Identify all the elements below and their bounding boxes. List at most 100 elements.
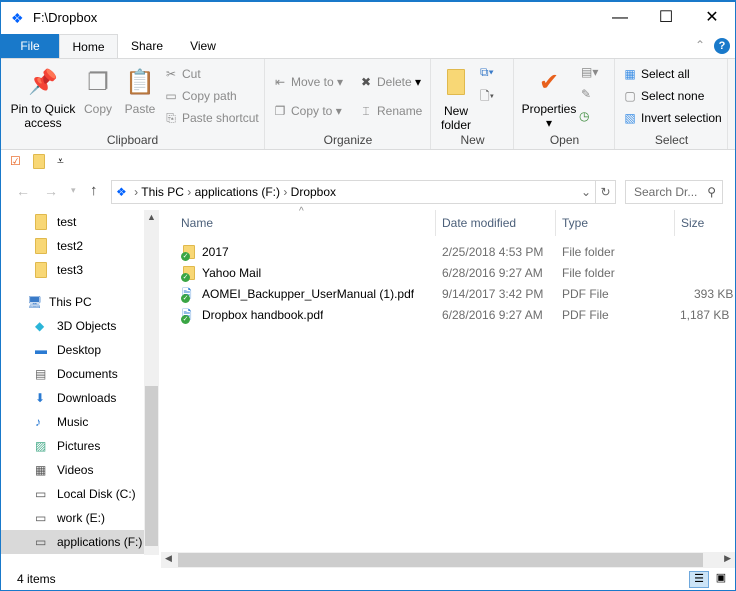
copy-path-icon: ▭ xyxy=(165,89,177,103)
invert-selection-button[interactable]: ▧ Invert selection xyxy=(622,108,721,128)
scroll-thumb[interactable] xyxy=(145,386,158,546)
tab-home[interactable]: Home xyxy=(59,34,118,59)
nav-item-downloads[interactable]: ⬇ Downloads xyxy=(1,386,144,410)
back-button[interactable]: ← xyxy=(16,183,30,199)
column-date-modified[interactable]: Date modified xyxy=(436,210,556,236)
file-type: File folder xyxy=(562,245,615,259)
paste-button[interactable]: 📋 Paste xyxy=(121,67,159,116)
breadcrumb-dropbox[interactable]: Dropbox xyxy=(291,185,336,199)
nav-item-music[interactable]: ♪ Music xyxy=(1,410,144,434)
new-item-icon[interactable]: ⧉▾ xyxy=(480,65,494,80)
nav-item-test3[interactable]: test3 xyxy=(1,258,144,282)
nav-item-label: 3D Objects xyxy=(57,319,117,333)
file-row[interactable]: 🗎✓AOMEI_Backupper_UserManual (1).pdf9/14… xyxy=(176,284,735,305)
paste-shortcut-button[interactable]: ⎘ Paste shortcut xyxy=(163,108,259,128)
tab-view[interactable]: View xyxy=(179,34,227,59)
open-icon[interactable]: ▤▾ xyxy=(581,65,598,79)
column-type[interactable]: Type xyxy=(556,210,675,236)
select-none-button[interactable]: ▢ Select none xyxy=(622,86,704,106)
pc-icon: 🖥 xyxy=(27,295,43,309)
up-button[interactable]: ↑ xyxy=(90,182,98,199)
breadcrumb-drive[interactable]: applications (F:) xyxy=(195,185,280,199)
select-all-button[interactable]: ▦ Select all xyxy=(622,64,689,84)
new-folder-button[interactable]: New folder xyxy=(436,67,476,132)
scroll-thumb[interactable] xyxy=(178,553,703,567)
copy-to-button[interactable]: ❐ Copy to ▾ xyxy=(272,101,342,121)
nav-item-local-disk-c[interactable]: ▭ Local Disk (C:) xyxy=(1,482,144,506)
file-type: PDF File xyxy=(562,308,609,322)
cut-button[interactable]: ✂ Cut xyxy=(163,64,201,84)
sync-check-icon: ✓ xyxy=(181,294,190,303)
quick-access-toolbar: ☑ ⩡ xyxy=(1,150,735,174)
collapse-ribbon-icon[interactable]: ⌃ xyxy=(695,38,705,52)
organize-group: ⇤ Move to ▾ ❐ Copy to ▾ ✖ Delete ▾ ⌶ Rename … xyxy=(266,59,431,149)
file-date: 9/14/2017 3:42 PM xyxy=(442,287,544,301)
title-bar: ❖ F:\Dropbox — ☐ ✕ xyxy=(1,2,735,34)
nav-item-3d-objects[interactable]: ◆ 3D Objects xyxy=(1,314,144,338)
new-folder-icon[interactable] xyxy=(33,154,45,169)
copy-button[interactable]: ❐ Copy xyxy=(81,67,115,116)
properties-icon[interactable]: ☑ xyxy=(10,154,21,168)
file-name: Dropbox handbook.pdf xyxy=(202,308,324,322)
close-button[interactable]: ✕ xyxy=(689,2,735,34)
ribbon-tabs: File Home Share View ⌃ ? xyxy=(1,34,735,59)
file-row[interactable]: ✓ 2017 2/25/2018 4:53 PM File folder xyxy=(176,242,735,263)
properties-button[interactable]: ✔ Properties ▾ xyxy=(517,67,581,130)
column-name[interactable]: Name xyxy=(175,210,436,236)
file-row[interactable]: ✓ Yahoo Mail 6/28/2016 9:27 AM File folder xyxy=(176,263,735,284)
pin-quick-access-button[interactable]: 📌 Pin to Quick access xyxy=(7,67,79,130)
large-icons-view-button[interactable]: ▣ xyxy=(711,571,731,588)
download-icon: ⬇ xyxy=(35,391,46,405)
refresh-icon[interactable]: ↻ xyxy=(595,181,615,203)
address-dropdown-icon[interactable]: ⌄ xyxy=(581,181,591,203)
details-view-button[interactable]: ☰ xyxy=(689,571,709,588)
file-row[interactable]: 🗎✓Dropbox handbook.pdf6/28/2016 9:27 AMP… xyxy=(176,305,735,326)
dropbox-icon: ❖ xyxy=(116,185,127,199)
nav-item-label: Videos xyxy=(57,463,94,477)
column-size[interactable]: Size xyxy=(675,210,735,236)
delete-button[interactable]: ✖ Delete ▾ xyxy=(358,72,421,92)
nav-item-videos[interactable]: ▦ Videos xyxy=(1,458,144,482)
select-group: ▦ Select all ▢ Select none ▧ Invert selecti… xyxy=(616,59,728,149)
doc-icon: ▤ xyxy=(35,367,47,381)
minimize-button[interactable]: — xyxy=(597,2,643,34)
edit-icon[interactable]: ✎ xyxy=(581,87,591,101)
copy-path-button[interactable]: ▭ Copy path xyxy=(163,86,236,106)
tab-share[interactable]: Share xyxy=(121,34,173,59)
nav-item-pictures[interactable]: ▨ Pictures xyxy=(1,434,144,458)
rename-button[interactable]: ⌶ Rename xyxy=(358,101,422,121)
scroll-left-icon[interactable]: ◀ xyxy=(165,553,172,564)
nav-item-label: test xyxy=(57,215,77,229)
nav-item-test[interactable]: test xyxy=(1,210,144,234)
cube-icon: ◆ xyxy=(35,319,45,333)
nav-item-label: test2 xyxy=(57,239,84,253)
nav-item-applications-f[interactable]: ▭ applications (F:) xyxy=(1,530,144,554)
breadcrumb-this-pc[interactable]: This PC xyxy=(141,185,184,199)
search-input[interactable]: Search Dr... ⚲ xyxy=(625,180,723,204)
horizontal-scrollbar[interactable]: ◀ ▶ xyxy=(161,552,735,568)
nav-item-this-pc[interactable]: 🖥 This PC xyxy=(1,290,144,314)
nav-item-documents[interactable]: ▤ Documents xyxy=(1,362,144,386)
easy-access-icon[interactable]: 🗋▾ xyxy=(480,87,494,108)
move-to-button[interactable]: ⇤ Move to ▾ xyxy=(272,72,343,92)
recent-locations-icon[interactable]: ▾ xyxy=(71,185,76,196)
tab-file[interactable]: File xyxy=(1,34,59,59)
nav-scrollbar[interactable]: ▲ xyxy=(144,210,159,555)
nav-item-work-e[interactable]: ▭ work (E:) xyxy=(1,506,144,530)
maximize-button[interactable]: ☐ xyxy=(643,2,689,34)
file-date: 6/28/2016 9:27 AM xyxy=(442,308,543,322)
search-icon: ⚲ xyxy=(707,185,716,199)
scroll-up-icon[interactable]: ▲ xyxy=(147,212,156,222)
scissors-icon: ✂ xyxy=(165,67,177,81)
desktop-icon: ▬ xyxy=(35,343,47,357)
nav-item-desktop[interactable]: ▬ Desktop xyxy=(1,338,144,362)
history-icon[interactable]: ◷ xyxy=(579,109,589,123)
forward-button[interactable]: → xyxy=(44,183,58,199)
customize-toolbar-icon[interactable]: ⩡ xyxy=(57,154,64,169)
scroll-right-icon[interactable]: ▶ xyxy=(724,553,731,564)
nav-item-test2[interactable]: test2 xyxy=(1,234,144,258)
file-type: PDF File xyxy=(562,287,609,301)
nav-item-label: Local Disk (C:) xyxy=(57,487,136,501)
help-icon[interactable]: ? xyxy=(714,38,730,54)
address-bar[interactable]: ❖ › This PC › applications (F:) › Dropbo… xyxy=(111,180,616,204)
